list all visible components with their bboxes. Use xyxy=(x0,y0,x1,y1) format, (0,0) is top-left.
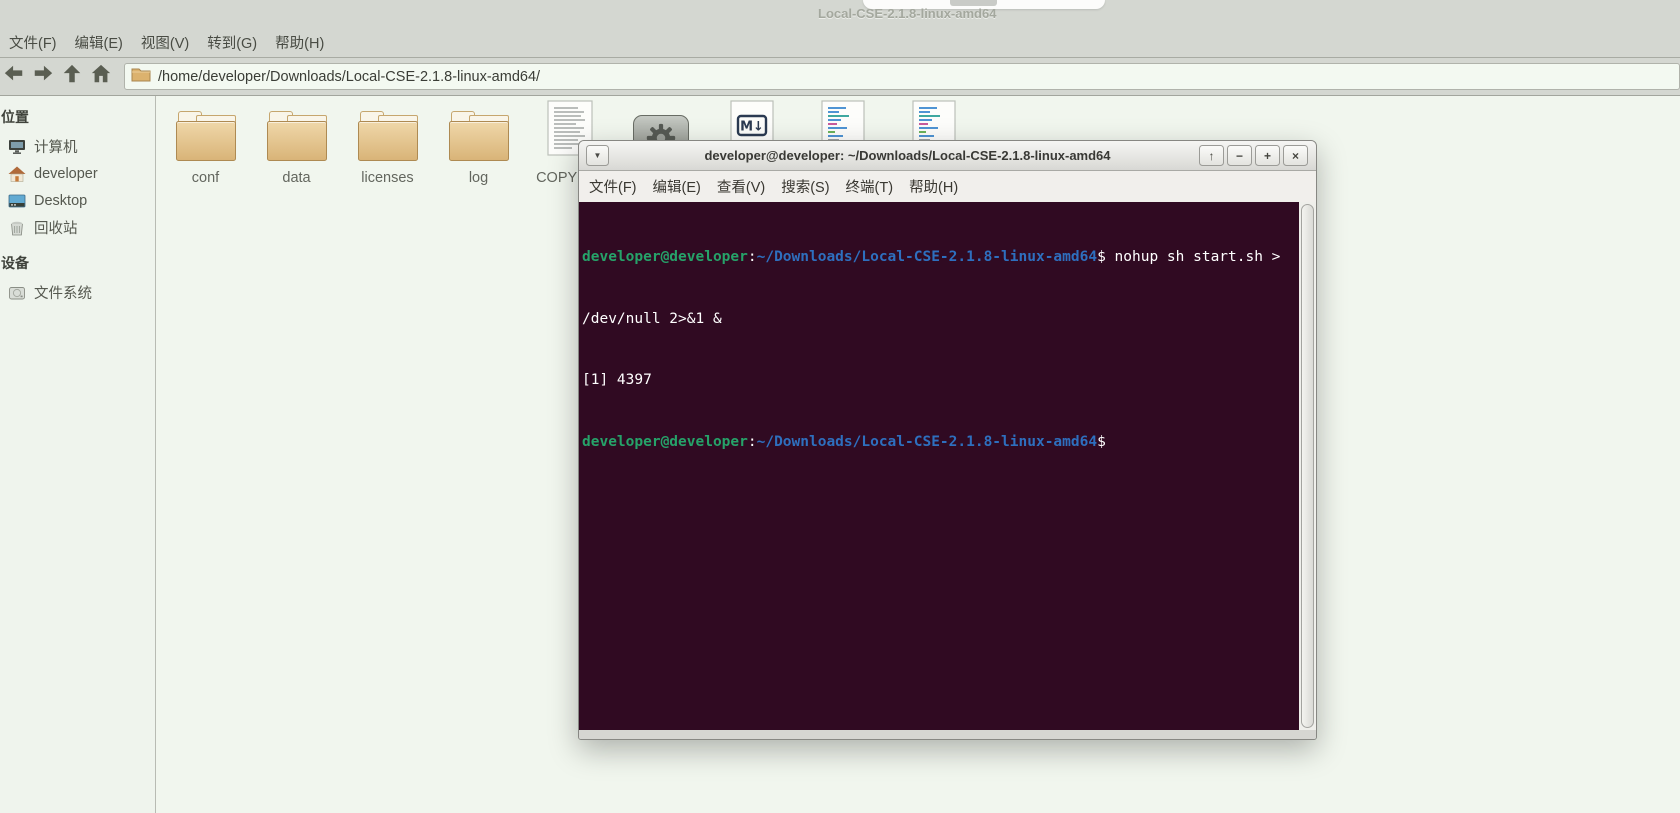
folder-icon xyxy=(131,66,151,87)
chevron-down-icon: ▼ xyxy=(593,151,602,160)
background-window-titlebar[interactable]: Local-CSE-2.1.8-linux-amd64 xyxy=(0,0,1680,27)
close-button[interactable]: × xyxy=(1283,145,1308,166)
file-manager-sidebar: 位置 计算机 developer Desktop 回收站 设备 文件系统 xyxy=(0,96,156,813)
command-text: $ nohup sh start.sh > xyxy=(1097,249,1281,265)
home-folder-icon xyxy=(7,165,26,182)
folder-icon xyxy=(448,111,509,161)
terminal-line: [1] 4397 xyxy=(582,372,652,388)
terminal-line: developer@developer:~/Downloads/Local-CS… xyxy=(582,249,1281,265)
rollup-icon: ↑ xyxy=(1208,148,1215,163)
item-label: data xyxy=(282,170,311,186)
terminal-menu-help[interactable]: 帮助(H) xyxy=(901,172,966,201)
places-header: 位置 xyxy=(1,109,29,125)
terminal-line: developer@developer:~/Downloads/Local-CS… xyxy=(582,433,1106,450)
terminal-menu-search[interactable]: 搜索(S) xyxy=(773,172,837,201)
fm-menu-help[interactable]: 帮助(H) xyxy=(266,28,333,57)
fm-menu-go[interactable]: 转到(G) xyxy=(198,28,266,57)
prompt-path: ~/Downloads/Local-CSE-2.1.8-linux-amd64 xyxy=(756,433,1098,450)
folder-icon xyxy=(266,111,327,161)
background-window-title: Local-CSE-2.1.8-linux-amd64 xyxy=(818,6,997,21)
sidebar-item-label: 文件系统 xyxy=(34,286,92,302)
terminal-titlebar[interactable]: ▼ developer@developer: ~/Downloads/Local… xyxy=(579,141,1316,171)
desktop-screen-icon xyxy=(7,192,26,209)
home-button[interactable] xyxy=(89,63,113,91)
back-arrow-icon xyxy=(3,63,25,90)
item-label: conf xyxy=(191,170,220,186)
scrollbar-thumb[interactable] xyxy=(1301,204,1314,728)
forward-button[interactable] xyxy=(31,63,55,91)
terminal-menu-view[interactable]: 查看(V) xyxy=(709,172,773,201)
item-label: log xyxy=(468,170,489,186)
folder-item-licenses[interactable]: licenses xyxy=(342,108,433,186)
folder-icon xyxy=(357,111,418,161)
folder-item-log[interactable]: log xyxy=(433,108,524,186)
folder-icon xyxy=(175,111,236,161)
sidebar-item-label: Desktop xyxy=(34,192,88,209)
location-path-text: /home/developer/Downloads/Local-CSE-2.1.… xyxy=(158,68,541,85)
sidebar-item-label: 计算机 xyxy=(34,140,78,156)
file-manager-menubar: 文件(F) 编辑(E) 视图(V) 转到(G) 帮助(H) xyxy=(0,27,1680,57)
trash-can-icon xyxy=(7,219,26,236)
terminal-window-buttons: ↑ − + × xyxy=(1199,145,1308,166)
terminal-menubar: 文件(F) 编辑(E) 查看(V) 搜索(S) 终端(T) 帮助(H) xyxy=(579,171,1316,202)
location-bar[interactable]: /home/developer/Downloads/Local-CSE-2.1.… xyxy=(124,63,1680,90)
up-arrow-icon xyxy=(61,63,83,90)
hard-disk-icon xyxy=(7,284,26,301)
folder-item-conf[interactable]: conf xyxy=(160,108,251,186)
close-icon: × xyxy=(1291,148,1299,163)
terminal-menu-terminal[interactable]: 终端(T) xyxy=(838,172,902,201)
terminal-menu-edit[interactable]: 编辑(E) xyxy=(645,172,709,201)
fm-menu-edit[interactable]: 编辑(E) xyxy=(66,28,132,57)
prompt-path: ~/Downloads/Local-CSE-2.1.8-linux-amd64 xyxy=(756,249,1098,265)
sidebar-item-filesystem[interactable]: 文件系统 xyxy=(0,279,155,306)
terminal-title: developer@developer: ~/Downloads/Local-C… xyxy=(704,148,1111,163)
terminal-dropdown-button[interactable]: ▼ xyxy=(586,145,609,166)
file-manager-toolbar: /home/developer/Downloads/Local-CSE-2.1.… xyxy=(0,57,1680,96)
fm-menu-file[interactable]: 文件(F) xyxy=(0,28,66,57)
back-button[interactable] xyxy=(2,63,26,91)
computer-monitor-icon xyxy=(7,138,26,155)
forward-arrow-icon xyxy=(32,63,54,90)
devices-header: 设备 xyxy=(1,255,29,271)
svg-text:M↓: M↓ xyxy=(740,120,764,135)
terminal-window: ▼ developer@developer: ~/Downloads/Local… xyxy=(578,140,1317,740)
up-button[interactable] xyxy=(60,63,84,91)
terminal-scrollbar[interactable] xyxy=(1299,202,1316,730)
maximize-button[interactable]: + xyxy=(1255,145,1280,166)
maximize-icon: + xyxy=(1263,148,1271,163)
rollup-button[interactable]: ↑ xyxy=(1199,145,1224,166)
sidebar-item-trash[interactable]: 回收站 xyxy=(0,214,155,241)
folder-item-data[interactable]: data xyxy=(251,108,342,186)
sidebar-item-computer[interactable]: 计算机 xyxy=(0,133,155,160)
sidebar-item-desktop[interactable]: Desktop xyxy=(0,187,155,214)
terminal-menu-file[interactable]: 文件(F) xyxy=(581,172,645,201)
sidebar-item-label: 回收站 xyxy=(34,221,78,237)
item-label: licenses xyxy=(361,170,414,186)
minimize-icon: − xyxy=(1235,148,1243,163)
prompt-user: developer@developer xyxy=(582,249,748,265)
prompt-user: developer@developer xyxy=(582,433,748,450)
fm-menu-view[interactable]: 视图(V) xyxy=(132,28,198,57)
terminal-bottom-frame xyxy=(579,730,1316,739)
sidebar-item-developer-home[interactable]: developer xyxy=(0,160,155,187)
home-icon xyxy=(90,63,112,90)
terminal-screen[interactable]: developer@developer:~/Downloads/Local-CS… xyxy=(579,202,1299,730)
terminal-line: /dev/null 2>&1 & xyxy=(582,310,722,327)
minimize-button[interactable]: − xyxy=(1227,145,1252,166)
sidebar-item-label: developer xyxy=(34,165,98,182)
